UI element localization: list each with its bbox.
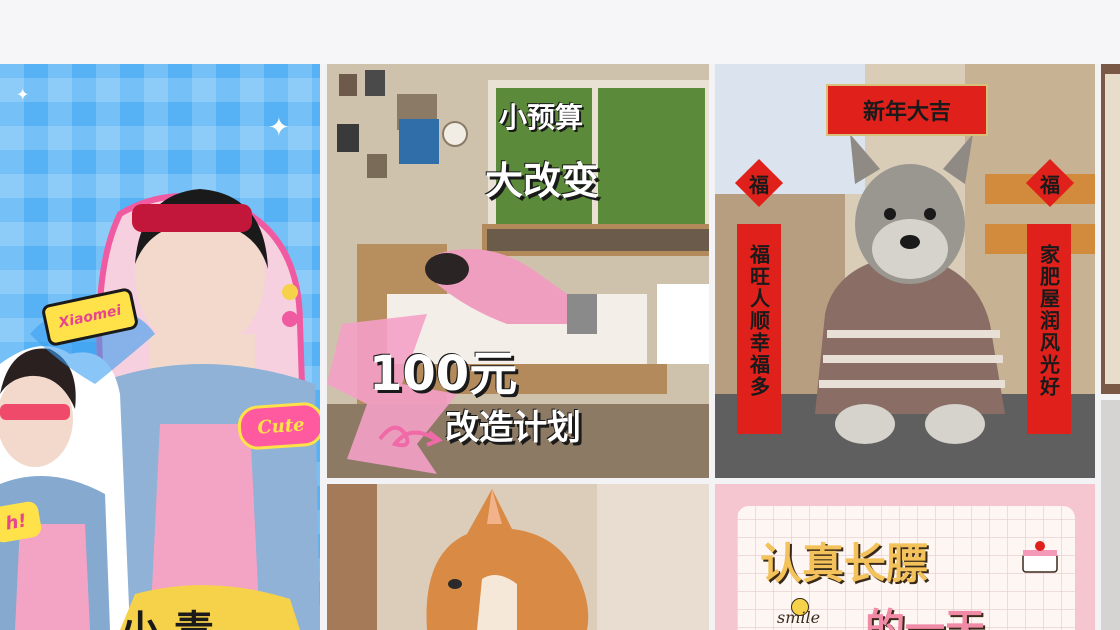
fu-text-left: 福	[749, 173, 769, 197]
headline-line4: 改造计划	[445, 408, 581, 448]
partial-badge-text: h!	[3, 509, 29, 535]
headline-line2: 大改变	[485, 159, 600, 203]
cute-badge-text: Cute	[256, 413, 306, 439]
headline-line3: 100元	[369, 346, 518, 402]
feed-card-partial-right[interactable]	[1101, 64, 1120, 394]
couplet-left: 福旺人顺幸福多	[737, 224, 781, 434]
headline-line1: 小预算	[499, 101, 584, 134]
cat-photo	[327, 484, 709, 630]
svg-text:✦: ✦	[268, 113, 290, 143]
partial-title: 小 青	[120, 598, 214, 630]
name-badge-text: Xiaomei	[57, 302, 123, 332]
new-year-banner: 新年大吉	[826, 84, 988, 136]
partial-image-frame	[1105, 74, 1120, 384]
card-title: 认真长膘	[760, 539, 929, 588]
feed-card-dog[interactable]: 新年大吉 福 福 福旺人顺幸福多 家肥屋润风光好	[715, 64, 1095, 478]
cute-badge: Cute	[236, 401, 320, 451]
top-bar	[0, 0, 1120, 64]
couplet-right-text: 家肥屋润风光好	[1036, 244, 1061, 398]
fashion-illustration: ✦ ✦	[0, 85, 320, 630]
feed-card-greeting[interactable]: 认真长膘 的一天 smile	[715, 484, 1095, 630]
svg-text:✦: ✦	[16, 85, 29, 104]
cake-icon	[1022, 541, 1058, 573]
fu-text-right: 福	[1040, 173, 1060, 197]
feed-card-room-makeover[interactable]: 小预算 大改变 100元 改造计划	[327, 64, 709, 478]
swirl-arrow-icon	[378, 425, 443, 448]
couplet-right: 家肥屋润风光好	[1027, 224, 1071, 434]
couplet-left-text: 福旺人顺幸福多	[746, 244, 771, 398]
feed-card-cat[interactable]	[327, 484, 709, 630]
new-year-banner-text: 新年大吉	[862, 100, 951, 125]
feed-card-partial-right-lower[interactable]	[1101, 400, 1120, 630]
feed-card-fashion[interactable]: ✦ ✦ Xiaomei Cute h! 小 青	[0, 64, 320, 630]
smile-text: smile	[777, 608, 821, 627]
card-subtitle: 的一天	[865, 606, 985, 630]
